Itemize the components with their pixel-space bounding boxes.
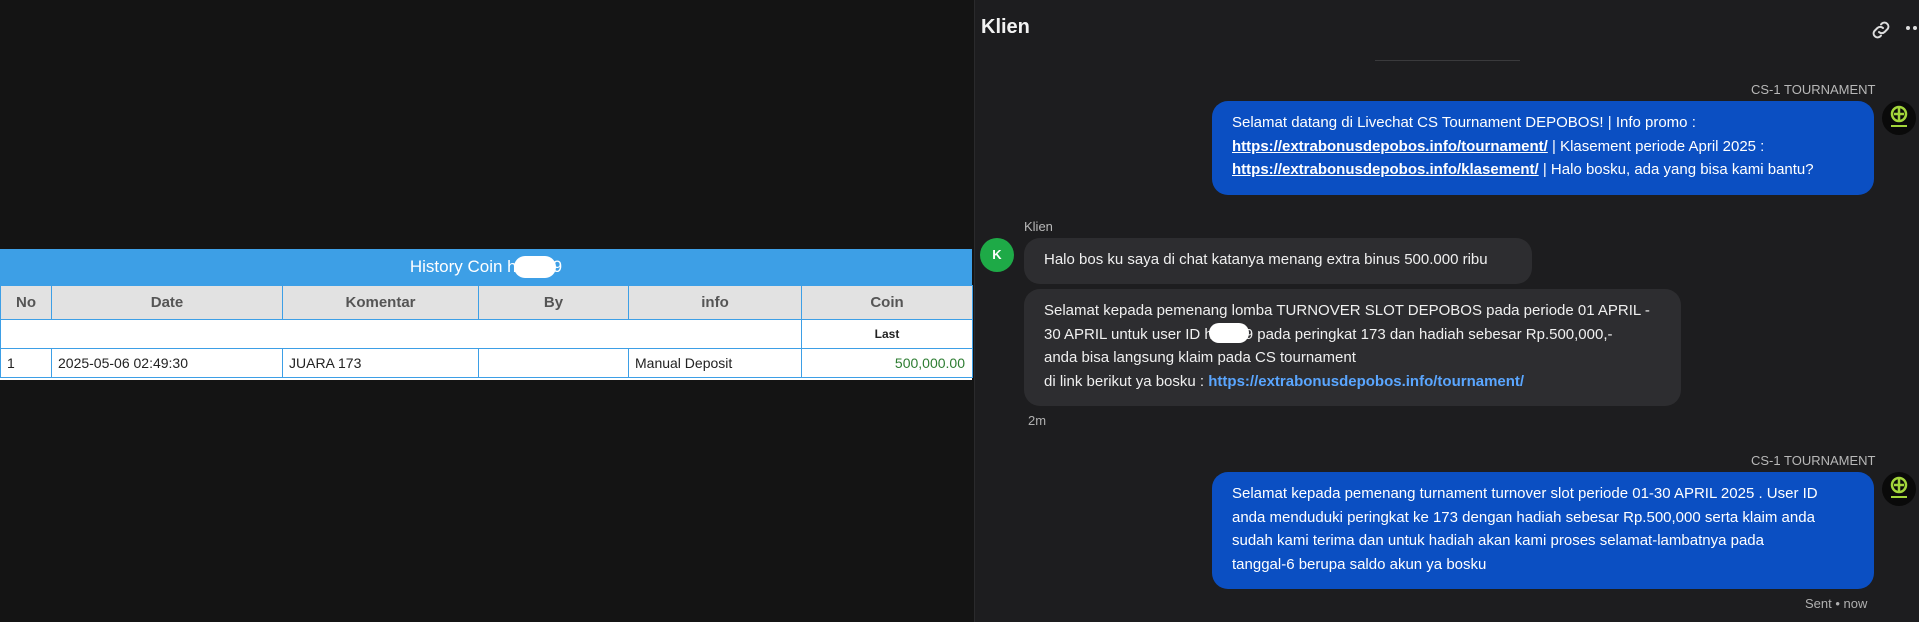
- message-text: 9 pada peringkat 173 dan hadiah sebesar …: [1244, 325, 1613, 343]
- column-header-coin: Coin: [801, 285, 973, 320]
- message-text: Halo bos ku saya di chat katanya menang …: [1044, 251, 1488, 268]
- client-message-bubble: Selamat kepada pemenang lomba TURNOVER S…: [1024, 289, 1681, 406]
- history-coin-title: History Coin h9: [0, 249, 972, 285]
- column-header-date: Date: [51, 285, 283, 320]
- message-text: Selamat kepada pemenang turnament turnov…: [1232, 485, 1818, 502]
- left-pane: History Coin h9 No Date Komentar By info…: [0, 0, 973, 622]
- message-text: 30 APRIL untuk user ID h: [1044, 325, 1213, 343]
- column-header-no: No: [0, 285, 52, 320]
- subheader-empty-cell: [0, 319, 802, 349]
- more-horizontal-icon[interactable]: [1905, 16, 1919, 40]
- tournament-logo-icon: [1882, 472, 1916, 506]
- agent-message-bubble: Selamat kepada pemenang turnament turnov…: [1212, 472, 1874, 589]
- table-row: 1 2025-05-06 02:49:30 JUARA 173 Manual D…: [0, 348, 973, 378]
- redaction-mark: [1208, 322, 1249, 343]
- message-text: sudah kami terima dan untuk hadiah akan …: [1232, 532, 1764, 549]
- message-sender-label: CS-1 TOURNAMENT: [1751, 82, 1876, 97]
- header-divider: [1375, 60, 1520, 61]
- link-icon[interactable]: [1869, 18, 1893, 42]
- history-coin-panel: History Coin h9 No Date Komentar By info…: [0, 249, 973, 380]
- message-text-line: https://extrabonusdepobos.info/tournamen…: [1232, 135, 1854, 159]
- message-text: di link berikut ya bosku :: [1044, 372, 1209, 390]
- column-header-komentar: Komentar: [282, 285, 479, 320]
- cell-komentar: JUARA 173: [282, 348, 479, 378]
- avatar: K: [980, 238, 1014, 272]
- table-subheader-row: Last: [0, 319, 973, 349]
- message-sender-label: Klien: [1024, 219, 1053, 234]
- column-header-info: info: [628, 285, 802, 320]
- cell-coin: 500,000.00: [801, 348, 973, 378]
- message-text-line: di link berikut ya bosku : https://extra…: [1044, 370, 1661, 394]
- agent-message-bubble: Selamat datang di Livechat CS Tournament…: [1212, 101, 1874, 195]
- cell-no: 1: [0, 348, 52, 378]
- tournament-link[interactable]: https://extrabonusdepobos.info/tournamen…: [1232, 138, 1548, 155]
- redaction-mark: [513, 255, 556, 278]
- chat-title: Klien: [981, 16, 1030, 38]
- message-text: | Klasement periode April 2025 :: [1547, 137, 1765, 155]
- message-text: Selamat kepada pemenang lomba TURNOVER S…: [1044, 302, 1650, 319]
- tournament-link[interactable]: https://extrabonusdepobos.info/tournamen…: [1208, 373, 1524, 390]
- client-message-bubble: Halo bos ku saya di chat katanya menang …: [1024, 238, 1532, 284]
- chat-header: Klien: [975, 0, 1919, 60]
- message-status: Sent • now: [1805, 596, 1868, 611]
- message-text-line: 30 APRIL untuk user ID h 9 pada peringkat…: [1044, 322, 1661, 347]
- message-text: anda bisa langsung klaim pada CS tournam…: [1044, 349, 1356, 366]
- message-timestamp: 2m: [1028, 413, 1047, 428]
- message-text: tanggal-6 berupa saldo akun ya bosku: [1232, 555, 1487, 573]
- klasement-link[interactable]: https://extrabonusdepobos.info/klasement…: [1232, 161, 1539, 178]
- history-coin-table: No Date Komentar By info Coin Last 1 202…: [0, 285, 973, 378]
- column-header-by: By: [478, 285, 629, 320]
- cell-date: 2025-05-06 02:49:30: [51, 348, 283, 378]
- message-text-line: https://extrabonusdepobos.info/klasement…: [1232, 158, 1854, 182]
- cell-by: [478, 348, 629, 378]
- chat-pane: Klien CS-1 TOURNAMENT Selamat datang di …: [974, 0, 1919, 622]
- history-title-prefix: History Coin h: [409, 257, 517, 276]
- tournament-logo-icon: [1882, 101, 1916, 135]
- table-header-row: No Date Komentar By info Coin: [0, 285, 973, 320]
- message-text: anda menduduki peringkat ke 173 dengan h…: [1232, 508, 1815, 526]
- message-text: Selamat datang di Livechat CS Tournament…: [1232, 114, 1696, 131]
- message-text: | Halo bosku, ada yang bisa kami bantu?: [1538, 161, 1814, 178]
- subheader-coin-last: Last: [801, 319, 973, 349]
- cell-info: Manual Deposit: [628, 348, 802, 378]
- message-sender-label: CS-1 TOURNAMENT: [1751, 453, 1876, 468]
